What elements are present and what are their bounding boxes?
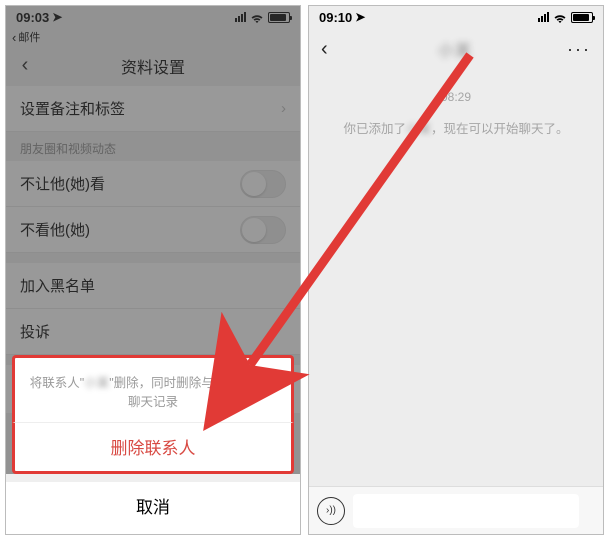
row-hide-my-posts[interactable]: 不让他(她)看 — [6, 161, 300, 207]
location-icon: ➤ — [355, 10, 365, 24]
mail-label: 邮件 — [18, 29, 40, 45]
chevron-left-icon: ‹ — [12, 30, 16, 45]
delete-contact-button[interactable]: 删除联系人 — [12, 422, 294, 474]
chat-timestamp: 08:29 — [309, 90, 603, 104]
chat-title-blurred: 小某 — [438, 37, 472, 61]
chat-text-input[interactable] — [353, 494, 579, 528]
row-hide-their-posts[interactable]: 不看他(她) — [6, 207, 300, 253]
wifi-icon — [553, 12, 567, 22]
chat-title: 小某 — [343, 37, 567, 61]
row-label: 设置备注和标签 — [20, 98, 125, 119]
status-bar: 09:03 ➤ — [6, 6, 300, 28]
location-icon: ➤ — [52, 10, 62, 24]
status-bar: 09:10 ➤ — [309, 6, 603, 28]
signal-icon — [538, 12, 549, 22]
row-label: 加入黑名单 — [20, 275, 95, 296]
toggle-hide-their[interactable] — [240, 216, 286, 244]
status-time: 09:10 — [319, 10, 352, 25]
wifi-icon — [250, 12, 264, 22]
phone-chat: 09:10 ➤ ‹ 小某 ··· 08:29 你已添加了小某，现在可以开始聊天了… — [308, 5, 604, 535]
row-label: 不看他(她) — [20, 219, 90, 240]
row-label: 不让他(她)看 — [20, 173, 105, 194]
chat-nav-bar: ‹ 小某 ··· — [309, 28, 603, 70]
row-label: 投诉 — [20, 321, 50, 342]
section-header-moments: 朋友圈和视频动态 — [6, 132, 300, 161]
more-button[interactable]: ··· — [567, 39, 591, 60]
battery-icon — [571, 12, 593, 23]
signal-icon — [235, 12, 246, 22]
phone-settings: 09:03 ➤ ‹ 邮件 ‹ 资料设置 设置备注和标签 › 朋友圈和视频动态 不… — [5, 5, 301, 535]
system-message: 你已添加了小某，现在可以开始聊天了。 — [309, 118, 603, 137]
battery-icon — [268, 12, 290, 23]
cancel-button[interactable]: 取消 — [6, 482, 300, 534]
toggle-hide-my[interactable] — [240, 170, 286, 198]
status-time: 09:03 — [16, 10, 49, 25]
contact-name-blurred: 小某 — [406, 118, 431, 137]
voice-icon[interactable]: ›)) — [317, 497, 345, 525]
row-remark-tag[interactable]: 设置备注和标签 › — [6, 86, 300, 132]
action-sheet: 将联系人"小某"删除，同时删除与该联系人的聊天记录 删除联系人 取消 — [6, 349, 300, 534]
nav-bar: ‹ 资料设置 — [6, 46, 300, 86]
sheet-message: 将联系人"小某"删除，同时删除与该联系人的聊天记录 — [12, 355, 294, 422]
chat-body: 08:29 你已添加了小某，现在可以开始聊天了。 — [309, 70, 603, 486]
back-button[interactable]: ‹ — [321, 38, 343, 61]
breadcrumb-mail[interactable]: ‹ 邮件 — [6, 28, 300, 46]
contact-name-blurred: 小某 — [84, 372, 109, 391]
page-title: 资料设置 — [121, 54, 185, 78]
chat-input-bar: ›)) — [309, 486, 603, 534]
row-blacklist[interactable]: 加入黑名单 — [6, 263, 300, 309]
back-button[interactable]: ‹ — [14, 54, 36, 76]
chevron-right-icon: › — [281, 100, 286, 117]
